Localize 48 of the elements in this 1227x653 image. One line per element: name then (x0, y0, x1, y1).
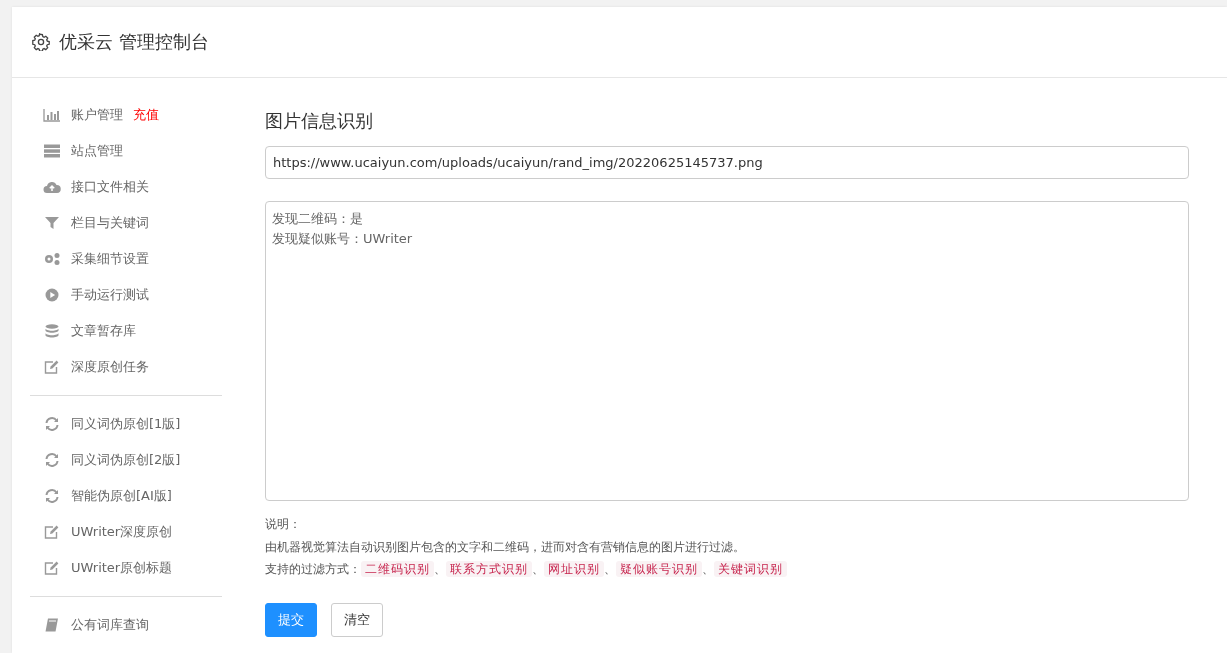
page-title: 图片信息识别 (265, 109, 374, 133)
sidebar-item[interactable]: 接口文件相关 (30, 169, 222, 205)
filter-method-tag: 疑似账号识别 (616, 561, 702, 577)
notes-heading: 说明： (265, 516, 302, 533)
sidebar-item[interactable]: UWriter深度原创 (30, 514, 222, 550)
refresh-icon (43, 417, 61, 431)
sidebar-item[interactable]: 站点管理 (30, 133, 222, 169)
server-icon (43, 144, 61, 158)
clear-button[interactable]: 清空 (331, 602, 383, 637)
bar-chart-icon (43, 108, 61, 122)
separator: 、 (434, 562, 446, 576)
console-title: 优采云 管理控制台 (59, 30, 209, 54)
sidebar-item[interactable]: 栏目与关键词 (30, 205, 222, 241)
methods-label: 支持的过滤方式： (265, 562, 361, 576)
refresh-icon (43, 489, 61, 503)
sidebar-item[interactable]: UWriter原创标题 (30, 550, 222, 586)
submit-button[interactable]: 提交 (265, 602, 317, 637)
url-input[interactable]: https://www.ucaiyun.com/uploads/ucaiyun/rand_img/20220625145737.png (265, 146, 1189, 179)
filter-method-tag: 关键词识别 (714, 561, 787, 577)
filter-method-tag: 联系方式识别 (446, 561, 532, 577)
sidebar-item[interactable]: 同义词伪原创[1版] (30, 406, 222, 442)
sidebar-item[interactable]: 手动运行测试 (30, 277, 222, 313)
sidebar-item[interactable]: 深度原创任务 (30, 349, 222, 385)
sidebar-item[interactable]: 智能伪原创[AI版] (30, 478, 222, 514)
separator: 、 (702, 562, 714, 576)
separator: 、 (532, 562, 544, 576)
sidebar-item[interactable]: 公有词库查询 (30, 607, 222, 643)
cloud-upload-icon (43, 180, 61, 194)
edit-icon (43, 525, 61, 539)
recharge-link[interactable]: 充值 (133, 106, 159, 124)
filter-method-tag: 网址识别 (544, 561, 604, 577)
sidebar-item[interactable]: 同义词伪原创[2版] (30, 442, 222, 478)
database-icon (43, 324, 61, 338)
book-icon (43, 618, 61, 632)
edit-icon (43, 360, 61, 374)
gears-icon (43, 252, 61, 266)
filter-method-tag: 二维码识别 (361, 561, 434, 577)
sidebar-item[interactable]: 账户管理 充值 (30, 97, 222, 133)
notes-description: 由机器视觉算法自动识别图片包含的文字和二维码，进而对含有营销信息的图片进行过滤。 (265, 538, 746, 556)
refresh-icon (43, 453, 61, 467)
result-box[interactable]: 发现二维码：是 发现疑似账号：UWriter (265, 201, 1189, 501)
filter-icon (43, 216, 61, 230)
play-icon (43, 288, 61, 302)
edit-icon (43, 561, 61, 575)
sidebar-item[interactable]: 文章暂存库 (30, 313, 222, 349)
separator: 、 (604, 562, 616, 576)
sidebar-item[interactable]: 采集细节设置 (30, 241, 222, 277)
settings-icon (32, 33, 50, 51)
